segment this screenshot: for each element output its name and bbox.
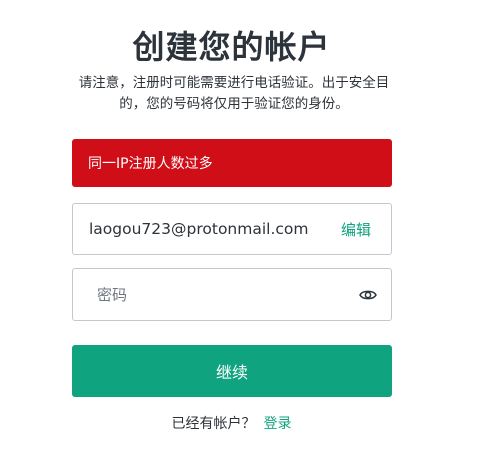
error-banner: 同一IP注册人数过多 (72, 139, 392, 187)
login-prompt: 已经有帐户？ 登录 (0, 413, 463, 433)
password-input[interactable] (89, 285, 357, 304)
password-field (72, 268, 392, 321)
login-link[interactable]: 登录 (264, 416, 292, 432)
login-prompt-text: 已经有帐户？ (171, 416, 256, 432)
edit-email-link[interactable]: 编辑 (341, 219, 371, 240)
email-field: laogou723@protonmail.com 编辑 (72, 203, 392, 255)
page-title: 创建您的帐户 (132, 28, 331, 66)
eye-icon[interactable] (357, 284, 379, 306)
email-value: laogou723@protonmail.com (89, 220, 309, 238)
continue-button[interactable]: 继续 (72, 345, 392, 397)
page-subtitle: 请注意，注册时可能需要进行电话验证。出于安全目的，您的号码将仅用于验证您的身份。 (78, 75, 390, 112)
error-message: 同一IP注册人数过多 (88, 156, 213, 172)
